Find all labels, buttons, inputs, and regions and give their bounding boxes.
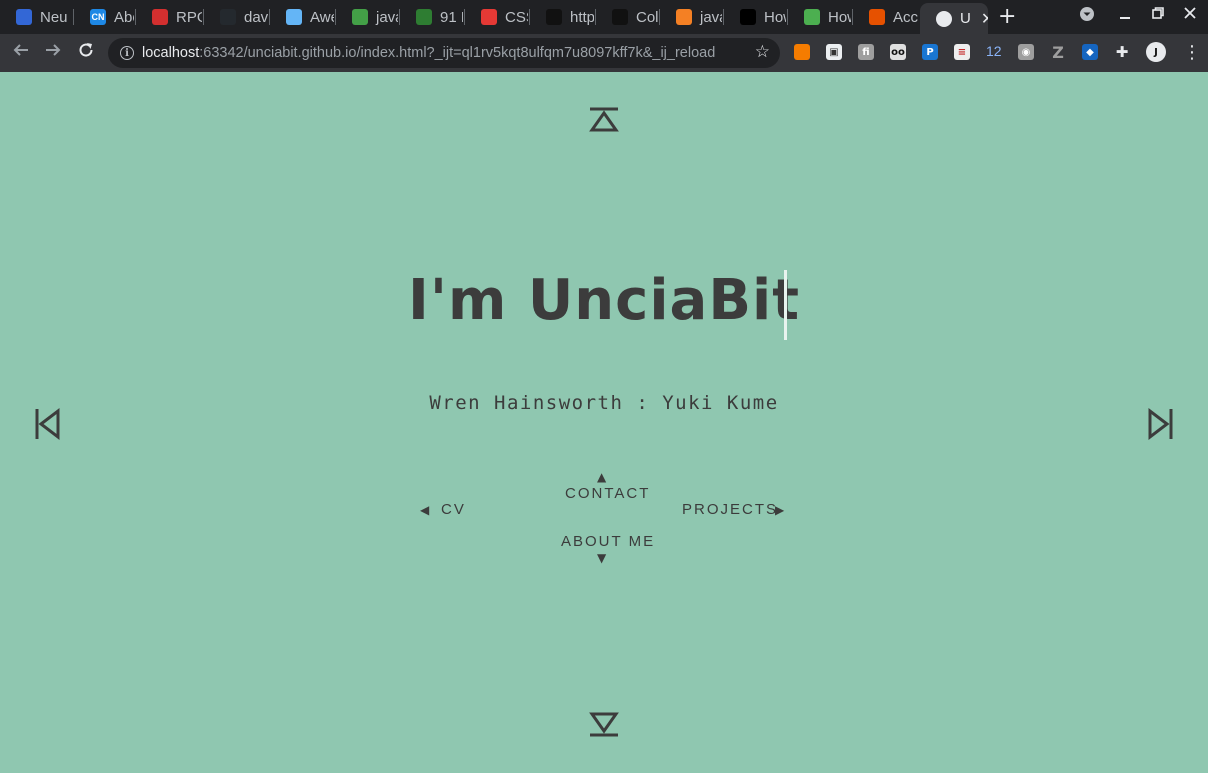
bookmark-star-icon[interactable]: ☆ xyxy=(755,42,770,62)
extension-tag-icon[interactable]: fi xyxy=(858,44,874,60)
tab-favicon-icon xyxy=(546,9,562,25)
tab-favicon-icon xyxy=(612,9,628,25)
extension-camera-icon[interactable]: ◉ xyxy=(1018,44,1034,60)
tab[interactable]: How xyxy=(724,5,786,29)
tab-favicon-icon xyxy=(936,10,952,27)
tab-title: Acc xyxy=(893,8,918,26)
hero-title: I'm UnciaBit xyxy=(408,268,800,333)
extension-window-icon[interactable]: ▣ xyxy=(826,44,842,60)
extension-badge-count[interactable]: 12 xyxy=(986,43,1002,59)
extension-red-icon[interactable]: ≡ xyxy=(954,44,970,60)
tab[interactable]: dav xyxy=(204,5,268,29)
tab-title: java xyxy=(700,8,722,26)
tab-strip: Neu CN Abo RPG dav Awe java 91 E CSS http Colo java… xyxy=(0,0,1208,34)
browser-toolbar: i localhost:63342/unciabit.github.io/ind… xyxy=(0,34,1208,72)
tab-title: CSS xyxy=(505,8,528,26)
page-content: I'm UnciaBit Wren Hainsworth : Yuki Kume… xyxy=(0,72,1208,773)
tab-title: Colo xyxy=(636,8,658,26)
scroll-up-arrow-icon[interactable] xyxy=(588,106,620,138)
back-icon[interactable] xyxy=(12,41,30,64)
tab-favicon-icon xyxy=(352,9,368,25)
down-triangle-icon: ▼ xyxy=(597,551,607,565)
up-triangle-icon: ▲ xyxy=(597,470,607,484)
site-info-icon[interactable]: i xyxy=(120,46,134,60)
extension-glasses-icon[interactable]: oo xyxy=(890,44,906,60)
extension-avatar-icon[interactable] xyxy=(794,44,810,60)
minimize-icon[interactable] xyxy=(1118,6,1132,24)
tab-title: How xyxy=(764,8,786,26)
tab-favicon-icon xyxy=(676,9,692,25)
tab-favicon-icon xyxy=(416,9,432,25)
hero-names: Wren Hainsworth : Yuki Kume xyxy=(429,392,779,414)
tab-title: Neu xyxy=(40,8,68,26)
restore-icon[interactable] xyxy=(1151,6,1165,24)
tab[interactable]: CN Abo xyxy=(74,5,134,29)
tab-favicon-icon xyxy=(740,9,756,25)
tab-active[interactable]: U ✕ xyxy=(920,3,988,34)
menu-kebab-icon[interactable]: ⋮ xyxy=(1183,42,1201,63)
tab-title: RPG xyxy=(176,8,202,26)
tab-title: 91 E xyxy=(440,8,463,26)
tab-favicon-icon xyxy=(16,9,32,25)
tab-title: U xyxy=(960,10,971,27)
reload-icon[interactable] xyxy=(77,41,95,64)
tab-favicon-icon: CN xyxy=(90,9,106,25)
tab[interactable]: java xyxy=(336,5,398,29)
address-bar[interactable]: i localhost:63342/unciabit.github.io/ind… xyxy=(108,38,780,68)
tab[interactable]: http xyxy=(530,5,594,29)
tab[interactable]: Neu xyxy=(0,5,72,29)
tab[interactable]: Awe xyxy=(270,5,334,29)
tab-title: dav xyxy=(244,8,268,26)
extension-pdf-icon[interactable]: P xyxy=(922,44,938,60)
tab[interactable]: Acc xyxy=(853,5,918,29)
scroll-down-arrow-icon[interactable] xyxy=(588,710,620,742)
tab[interactable]: java xyxy=(660,5,722,29)
tab[interactable]: CSS xyxy=(465,5,528,29)
tab[interactable]: How xyxy=(788,5,851,29)
new-tab-button[interactable]: + xyxy=(998,6,1016,28)
left-triangle-icon: ◀ xyxy=(420,503,430,517)
projects-link[interactable]: PROJECTS xyxy=(682,501,778,518)
about-me-link[interactable]: ABOUT ME xyxy=(561,533,655,550)
extension-shield-icon[interactable]: ◆ xyxy=(1082,44,1098,60)
extension-z-icon[interactable]: Z xyxy=(1050,43,1066,62)
tab-title: How xyxy=(828,8,851,26)
tab-favicon-icon xyxy=(804,9,820,25)
tab-favicon-icon xyxy=(481,9,497,25)
tab-title: Awe xyxy=(310,8,334,26)
profile-avatar-icon[interactable]: J xyxy=(1146,42,1166,62)
tab[interactable]: 91 E xyxy=(400,5,463,29)
tab-search-icon[interactable] xyxy=(1079,6,1095,26)
contact-link[interactable]: CONTACT xyxy=(565,485,650,502)
extensions-puzzle-icon[interactable]: ✚ xyxy=(1114,43,1130,61)
tab-title: Abo xyxy=(114,8,134,26)
tab[interactable]: Colo xyxy=(596,5,658,29)
tab-favicon-icon xyxy=(152,9,168,25)
right-triangle-icon: ▶ xyxy=(775,503,785,517)
window-close-icon[interactable] xyxy=(1183,6,1197,24)
tab-title: http xyxy=(570,8,594,26)
tab-close-icon[interactable]: ✕ xyxy=(981,9,988,29)
tab[interactable]: RPG xyxy=(136,5,202,29)
forward-icon[interactable] xyxy=(44,41,62,64)
tab-favicon-icon xyxy=(869,9,885,25)
url-text: localhost:63342/unciabit.github.io/index… xyxy=(142,45,716,61)
cv-link[interactable]: CV xyxy=(441,501,466,518)
tab-favicon-icon xyxy=(220,9,236,25)
typing-cursor xyxy=(784,270,787,340)
tab-favicon-icon xyxy=(286,9,302,25)
tab-title: java xyxy=(376,8,398,26)
